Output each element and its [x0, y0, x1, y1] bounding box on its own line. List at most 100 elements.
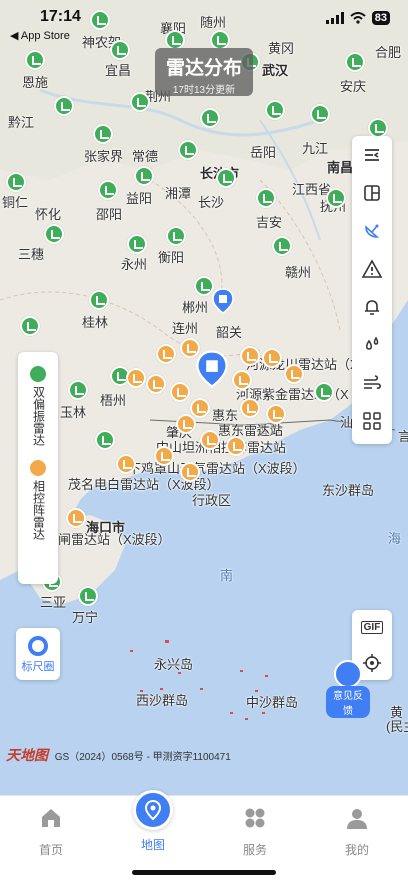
- location-pin-icon[interactable]: [212, 288, 234, 314]
- rain-button[interactable]: [352, 326, 392, 364]
- dual-polarization-radar-marker[interactable]: [368, 118, 388, 138]
- tab-home[interactable]: 首页: [0, 796, 102, 883]
- city-label: 西沙群岛: [136, 693, 189, 708]
- phased-array-radar-marker[interactable]: [200, 430, 220, 450]
- dual-polarization-radar-marker[interactable]: [310, 104, 330, 124]
- city-label: 永州: [121, 257, 148, 272]
- dual-polarization-radar-marker[interactable]: [256, 188, 276, 208]
- city-label: 东沙群岛: [322, 483, 375, 498]
- phased-array-radar-marker[interactable]: [180, 462, 200, 482]
- dual-polarization-radar-marker[interactable]: [98, 180, 118, 200]
- dual-polarization-radar-marker[interactable]: [89, 290, 109, 310]
- current-location-pin-icon[interactable]: [196, 350, 228, 388]
- phased-array-radar-marker[interactable]: [284, 364, 304, 384]
- city-label: 韶关: [216, 325, 243, 340]
- legend-swatch-orange: [28, 458, 48, 478]
- layers-button[interactable]: [352, 174, 392, 212]
- phased-array-radar-marker[interactable]: [176, 414, 196, 434]
- dual-polarization-radar-marker[interactable]: [25, 50, 45, 70]
- rain-drops-icon: [366, 336, 379, 350]
- dual-polarization-radar-marker[interactable]: [265, 100, 285, 120]
- tab-profile[interactable]: 我的: [306, 796, 408, 883]
- page-title: 雷达分布: [165, 58, 242, 79]
- wind-button[interactable]: [352, 364, 392, 402]
- dual-polarization-radar-marker[interactable]: [78, 586, 98, 606]
- city-label: 武汉: [262, 63, 289, 78]
- phased-array-radar-marker[interactable]: [226, 436, 246, 456]
- city-label: 黔江: [8, 115, 35, 130]
- dual-polarization-radar-marker[interactable]: [44, 224, 64, 244]
- dual-polarization-radar-marker[interactable]: [95, 430, 115, 450]
- dual-polarization-radar-marker[interactable]: [178, 140, 198, 160]
- dual-polarization-radar-marker[interactable]: [130, 92, 150, 112]
- dual-polarization-radar-marker[interactable]: [314, 382, 334, 402]
- wifi-icon: [350, 12, 366, 24]
- city-label: 益阳: [126, 191, 153, 206]
- warning-button[interactable]: [352, 250, 392, 288]
- dual-polarization-radar-marker[interactable]: [216, 168, 236, 188]
- back-to-app-store-link[interactable]: ◀ App Store: [10, 29, 70, 42]
- radar-dish-icon: [365, 224, 380, 238]
- dual-polarization-radar-marker[interactable]: [194, 276, 214, 296]
- dual-polarization-radar-marker[interactable]: [200, 108, 220, 128]
- dual-polarization-radar-marker[interactable]: [166, 226, 186, 246]
- phased-array-radar-marker[interactable]: [156, 344, 176, 364]
- phased-array-radar-marker[interactable]: [266, 404, 286, 424]
- legend-item-phased-array[interactable]: 相控阵雷达: [18, 446, 58, 540]
- feedback-button[interactable]: 意见反馈: [326, 660, 370, 718]
- dual-polarization-radar-marker[interactable]: [326, 188, 346, 208]
- city-label: 连州: [172, 321, 199, 336]
- legend-item-dual-polarization[interactable]: 双偏振雷达: [18, 352, 58, 446]
- radar-button[interactable]: [352, 212, 392, 250]
- city-label: 常德: [132, 149, 159, 164]
- city-label: 九江: [302, 141, 329, 156]
- tab-label: 地图: [140, 838, 165, 852]
- dual-polarization-radar-marker[interactable]: [68, 380, 88, 400]
- copyright-text: GS（2024）0568号 - 甲测资字1100471: [54, 752, 231, 763]
- city-label: 南昌: [327, 160, 354, 175]
- city-label: 三穗: [18, 247, 45, 262]
- phased-array-radar-marker[interactable]: [240, 398, 260, 418]
- phased-array-radar-marker[interactable]: [154, 446, 174, 466]
- dual-polarization-radar-marker[interactable]: [54, 96, 74, 116]
- more-button[interactable]: [352, 402, 392, 440]
- ruler-circle-button[interactable]: 标尺圈: [16, 628, 60, 680]
- map-region-label: 行政区: [192, 493, 232, 508]
- cellular-signal-icon: [325, 12, 344, 24]
- legend-label: 相控阵雷达: [31, 480, 46, 540]
- collapse-button[interactable]: [352, 136, 392, 174]
- phased-array-radar-marker[interactable]: [116, 454, 136, 474]
- dual-polarization-radar-marker[interactable]: [93, 124, 113, 144]
- alerts-button[interactable]: [352, 288, 392, 326]
- sea-label: 海: [388, 531, 402, 546]
- layers-icon: [364, 185, 380, 201]
- phased-array-radar-marker[interactable]: [126, 368, 146, 388]
- city-label: 桂林: [82, 315, 109, 330]
- grid-icon: [363, 412, 381, 430]
- dual-polarization-radar-marker[interactable]: [6, 172, 26, 192]
- dual-polarization-radar-marker[interactable]: [272, 236, 292, 256]
- phased-array-radar-marker[interactable]: [262, 348, 282, 368]
- city-label: 张家界: [84, 149, 124, 164]
- phased-array-radar-marker[interactable]: [232, 370, 252, 390]
- phased-array-radar-marker[interactable]: [66, 508, 86, 528]
- city-label: 永兴岛: [154, 657, 194, 672]
- dual-polarization-radar-marker[interactable]: [345, 52, 365, 72]
- phased-array-radar-marker[interactable]: [190, 398, 210, 418]
- radar-legend[interactable]: 双偏振雷达 相控阵雷达: [18, 352, 58, 584]
- radar-station-label[interactable]: 闸雷达站（X波段）: [58, 529, 171, 548]
- phased-array-radar-marker[interactable]: [240, 346, 260, 366]
- city-label: 铜仁: [2, 195, 29, 210]
- dual-polarization-radar-marker[interactable]: [20, 316, 40, 336]
- gif-button[interactable]: GIF: [352, 610, 392, 645]
- update-time: 17时13分更新: [172, 85, 236, 96]
- radar-station-label[interactable]: 中山坦洲相控阵雷达站: [156, 437, 286, 456]
- city-label: 三亚: [40, 595, 67, 610]
- dual-polarization-radar-marker[interactable]: [127, 234, 147, 254]
- page-title-box: 雷达分布 17时13分更新: [155, 48, 253, 96]
- phased-array-radar-marker[interactable]: [170, 382, 190, 402]
- phased-array-radar-marker[interactable]: [146, 374, 166, 394]
- wind-icon: [364, 375, 381, 389]
- tab-label: 首页: [38, 843, 63, 857]
- dual-polarization-radar-marker[interactable]: [134, 166, 154, 186]
